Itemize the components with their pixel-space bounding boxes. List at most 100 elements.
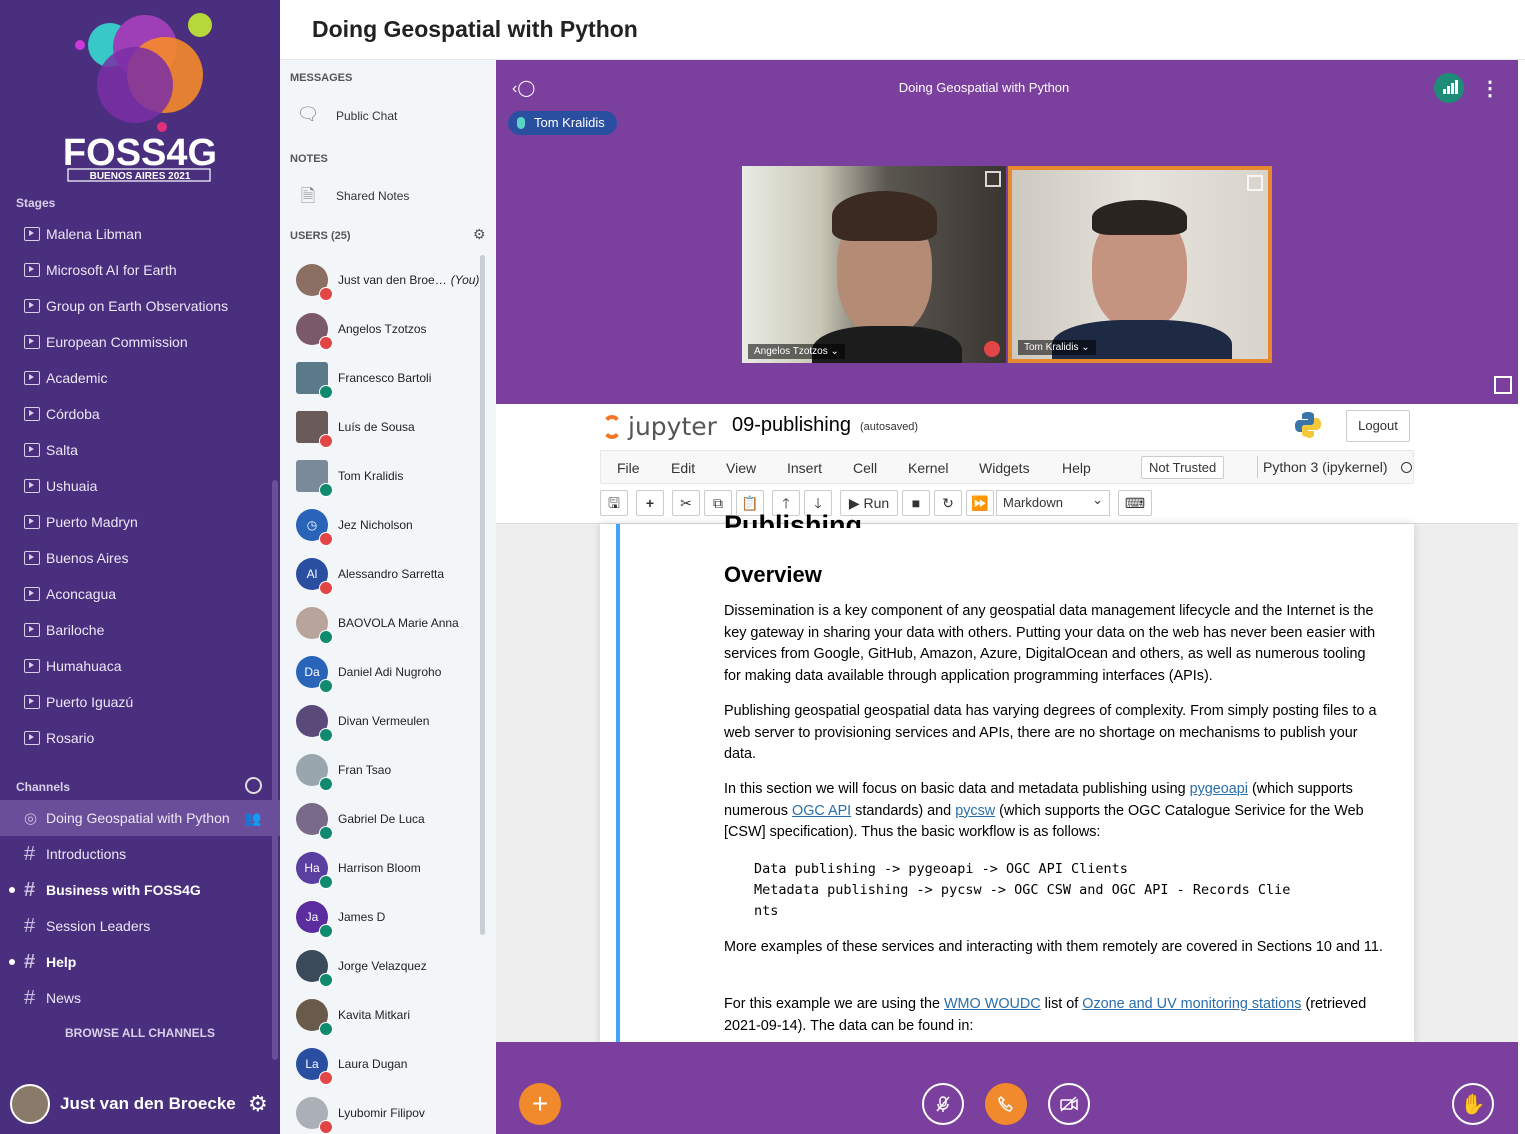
user-settings-gear-icon[interactable]: ⚙ (473, 226, 486, 243)
browse-all-channels-button[interactable]: BROWSE ALL CHANNELS (0, 1026, 280, 1040)
stage-item[interactable]: Academic (0, 360, 270, 396)
insert-cell-icon[interactable]: + (636, 490, 664, 516)
channel-item[interactable]: ◎ Doing Geospatial with Python 👥 (0, 800, 280, 836)
keyboard-icon[interactable]: ⌨ (1118, 490, 1152, 516)
mic-muted-icon[interactable] (922, 1083, 964, 1125)
stage-item[interactable]: Puerto Madryn (0, 504, 270, 540)
menu-file[interactable]: File (617, 460, 640, 476)
restart-run-all-icon[interactable]: ⏩ (966, 490, 994, 516)
user-list-item[interactable]: ◷ Jez Nicholson (280, 500, 496, 549)
stage-item[interactable]: Puerto Iguazú (0, 684, 270, 720)
stage-item[interactable]: Bariloche (0, 612, 270, 648)
shared-notes-item[interactable]: 🗎 Shared Notes (296, 184, 410, 208)
user-list-item[interactable]: Kavita Mitkari (280, 990, 496, 1039)
user-list-item[interactable]: Angelos Tzotzos (280, 304, 496, 353)
user-list-item[interactable]: Just van den Broe… (You) (280, 255, 496, 304)
sidebar-scrollbar[interactable] (272, 480, 278, 1060)
menu-insert[interactable]: Insert (787, 460, 822, 476)
user-name: Tom Kralidis (338, 468, 404, 483)
avatar: Ha (296, 851, 333, 889)
user-list-item[interactable]: Francesco Bartoli (280, 353, 496, 402)
wmo-woudc-link[interactable]: WMO WOUDC (944, 996, 1041, 1012)
connection-status-icon[interactable] (1434, 73, 1464, 103)
stage-item[interactable]: Ushuaia (0, 468, 270, 504)
headphones-icon (319, 727, 333, 742)
plus-icon[interactable]: + (519, 1083, 561, 1125)
not-trusted-button[interactable]: Not Trusted (1141, 456, 1225, 479)
menu-widgets[interactable]: Widgets (979, 460, 1030, 476)
stage-item[interactable]: Malena Libman (0, 216, 270, 252)
phone-icon[interactable] (985, 1083, 1027, 1125)
user-list-item[interactable]: Da Daniel Adi Nugroho (280, 647, 496, 696)
stage-label: Aconcagua (46, 586, 117, 602)
user-list-item[interactable]: Jorge Velazquez (280, 941, 496, 990)
menu-edit[interactable]: Edit (671, 460, 695, 476)
mic-muted-icon (319, 433, 333, 448)
user-list-item[interactable]: Lyubomir Filipov (280, 1088, 496, 1134)
cut-icon[interactable]: ✂ (672, 490, 700, 516)
avatar[interactable] (10, 1084, 50, 1124)
user-list-item[interactable]: Fran Tsao (280, 745, 496, 794)
video-name-label[interactable]: Tom Kralidis ⌄ (1018, 340, 1096, 355)
stage-item[interactable]: Aconcagua (0, 576, 270, 612)
user-list-item[interactable]: Gabriel De Luca (280, 794, 496, 843)
selected-cell-indicator (616, 524, 620, 1042)
stage-item[interactable]: Humahuaca (0, 648, 270, 684)
public-chat-item[interactable]: 🗨 Public Chat (296, 104, 398, 128)
stage-item[interactable]: Salta (0, 432, 270, 468)
channel-item[interactable]: # News (0, 980, 280, 1016)
cell-type-select[interactable]: Markdown (996, 488, 1110, 516)
channel-item[interactable]: # Help (0, 944, 280, 980)
talking-indicator[interactable]: Tom Kralidis (508, 111, 617, 135)
video-tile-angelos[interactable]: Angelos Tzotzos ⌄ (742, 166, 1006, 363)
stop-icon[interactable]: ■ (902, 490, 930, 516)
gear-icon[interactable]: ⚙ (248, 1091, 268, 1117)
members-icon[interactable]: 👥 (244, 810, 261, 827)
users-scrollbar[interactable] (480, 255, 485, 935)
stage-item[interactable]: Córdoba (0, 396, 270, 432)
fullscreen-icon[interactable] (985, 171, 1001, 187)
menu-cell[interactable]: Cell (853, 460, 877, 476)
notebook-cell-area[interactable]: Publishing Overview Dissemination is a k… (600, 510, 1414, 1042)
user-list-item[interactable]: La Laura Dugan (280, 1039, 496, 1088)
channel-item[interactable]: # Session Leaders (0, 908, 280, 944)
stage-item[interactable]: Microsoft AI for Earth (0, 252, 270, 288)
pycsw-link[interactable]: pycsw (955, 803, 995, 819)
notebook-name[interactable]: 09-publishing (732, 414, 851, 437)
raise-hand-icon[interactable]: ✋ (1452, 1083, 1494, 1125)
logout-button[interactable]: Logout (1346, 410, 1410, 442)
menu-help[interactable]: Help (1062, 460, 1091, 476)
user-list-item[interactable]: BAOVOLA Marie Anna (280, 598, 496, 647)
user-list-item[interactable]: Tom Kralidis (280, 451, 496, 500)
avatar: Da (296, 655, 333, 693)
fullscreen-icon[interactable] (1247, 175, 1263, 191)
restart-icon[interactable]: ↻ (934, 490, 962, 516)
user-list-item[interactable]: Al Alessandro Sarretta (280, 549, 496, 598)
stage-item[interactable]: Rosario (0, 720, 270, 756)
user-list-item[interactable]: Ha Harrison Bloom (280, 843, 496, 892)
presentation-fullscreen-icon[interactable] (1494, 376, 1512, 394)
jupyter-logo[interactable]: jupyter (602, 412, 717, 441)
channels-heading: Channels (16, 780, 71, 794)
channel-item[interactable]: # Business with FOSS4G (0, 872, 280, 908)
stage-icon (24, 263, 40, 277)
ogc-api-link[interactable]: OGC API (792, 803, 851, 819)
camera-off-icon[interactable] (1048, 1083, 1090, 1125)
stage-item[interactable]: Group on Earth Observations (0, 288, 270, 324)
channel-item[interactable]: # Introductions (0, 836, 280, 872)
stage-item[interactable]: Buenos Aires (0, 540, 270, 576)
stage-item[interactable]: European Commission (0, 324, 270, 360)
save-icon[interactable]: 🖫 (600, 490, 628, 516)
compass-icon[interactable] (245, 777, 262, 794)
user-list-item[interactable]: Luís de Sousa (280, 402, 496, 451)
menu-view[interactable]: View (726, 460, 756, 476)
pygeoapi-link[interactable]: pygeoapi (1190, 781, 1248, 797)
paragraph-3: In this section we will focus on basic d… (724, 781, 1364, 840)
more-options-icon[interactable]: ⋮ (1480, 76, 1500, 101)
ozone-stations-link[interactable]: Ozone and UV monitoring stations (1082, 996, 1301, 1012)
user-list-item[interactable]: Ja James D (280, 892, 496, 941)
video-tile-tom[interactable]: Tom Kralidis ⌄ (1008, 166, 1272, 363)
menu-kernel[interactable]: Kernel (908, 460, 948, 476)
video-name-label[interactable]: Angelos Tzotzos ⌄ (748, 344, 845, 359)
user-list-item[interactable]: Divan Vermeulen (280, 696, 496, 745)
